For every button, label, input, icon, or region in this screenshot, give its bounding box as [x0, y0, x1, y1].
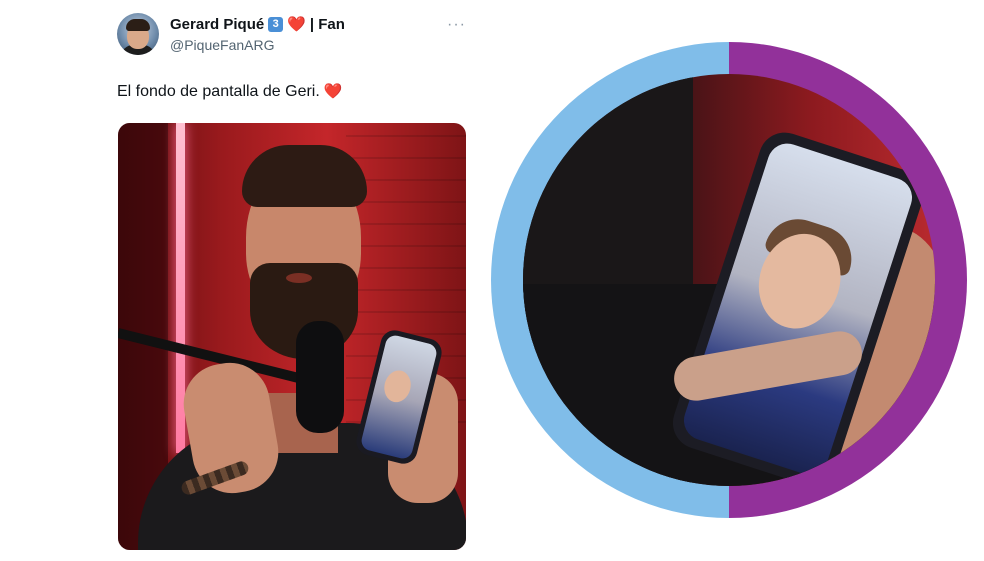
microphone — [296, 321, 344, 433]
tweet-card: Gerard Piqué 3 ❤️ | Fan @PiqueFanARG ···… — [0, 0, 484, 561]
tweet-photo[interactable] — [118, 123, 466, 550]
man-hair — [242, 145, 367, 207]
man-mouth — [286, 273, 312, 283]
avatar[interactable] — [117, 13, 159, 55]
name-suffix: | Fan — [309, 15, 345, 33]
tweet-text-body: El fondo de pantalla de Geri. — [117, 83, 320, 100]
zoomed-phone-photo — [523, 74, 935, 486]
heart-icon: ❤️ — [323, 83, 343, 100]
display-name[interactable]: Gerard Piqué — [170, 16, 264, 33]
display-name-row[interactable]: Gerard Piqué 3 ❤️ | Fan — [170, 15, 345, 34]
avatar-hair — [126, 19, 150, 31]
user-handle[interactable]: @PiqueFanARG — [170, 37, 274, 53]
heart-icon: ❤️ — [287, 16, 306, 33]
keycap-three-icon: 3 — [268, 16, 284, 32]
zoom-circle — [491, 42, 967, 518]
more-options-icon[interactable]: ··· — [447, 16, 466, 34]
tweet-text: El fondo de pantalla de Geri. ❤️ — [117, 82, 343, 101]
